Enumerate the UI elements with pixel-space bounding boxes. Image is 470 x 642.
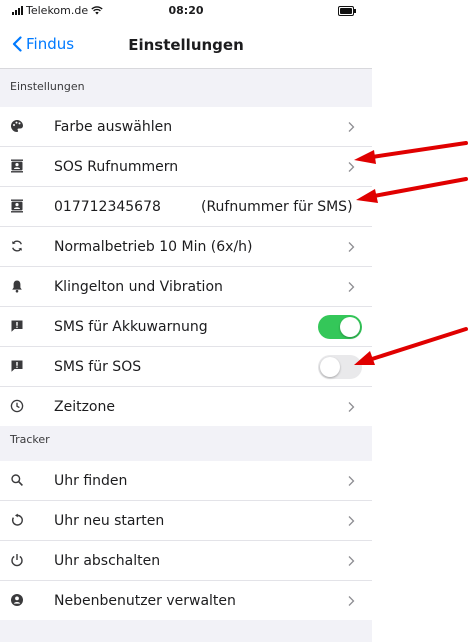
row-normal-mode[interactable]: Normalbetrieb 10 Min (6x/h) <box>0 227 372 267</box>
bell-icon <box>10 279 24 293</box>
row-choose-color[interactable]: Farbe auswählen <box>0 107 372 147</box>
power-icon <box>10 553 24 567</box>
chevron-right-icon <box>348 282 355 292</box>
navigation-bar: Findus Einstellungen <box>0 24 372 69</box>
settings-list: Farbe auswählen SOS Rufnummern 017712345… <box>0 107 372 426</box>
row-sms-sos: SMS für SOS <box>0 347 372 387</box>
row-label: SOS Rufnummern <box>54 158 179 175</box>
chevron-right-icon <box>348 122 355 132</box>
row-find-watch[interactable]: Uhr finden <box>0 461 372 501</box>
annotation-arrow-sms-number <box>356 177 468 203</box>
section-header-settings: Einstellungen <box>10 80 85 93</box>
row-shutdown-watch[interactable]: Uhr abschalten <box>0 541 372 581</box>
alert-message-icon <box>10 319 24 333</box>
contacts-icon <box>10 159 24 173</box>
chevron-right-icon <box>348 596 355 606</box>
chevron-right-icon <box>348 476 355 486</box>
contacts-icon <box>10 199 24 213</box>
search-icon <box>10 473 24 487</box>
row-label: Normalbetrieb 10 Min (6x/h) <box>54 238 253 255</box>
row-label: Klingelton und Vibration <box>54 278 223 295</box>
row-label: Nebenbenutzer verwalten <box>54 592 236 609</box>
clock: 08:20 <box>168 4 204 17</box>
row-label: Zeitzone <box>54 398 115 415</box>
alert-message-icon <box>10 359 24 373</box>
chevron-right-icon <box>348 556 355 566</box>
row-sos-numbers[interactable]: SOS Rufnummern <box>0 147 372 187</box>
toggle-knob <box>320 357 340 377</box>
annotation-arrow-sms-sos <box>354 327 468 365</box>
restart-icon <box>10 513 24 527</box>
phone-number: 017712345678 <box>54 198 161 215</box>
row-timezone[interactable]: Zeitzone <box>0 387 372 426</box>
row-sms-number[interactable]: 017712345678 (Rufnummer für SMS) <box>0 187 372 227</box>
clock-icon <box>10 399 24 413</box>
row-label: Uhr neu starten <box>54 512 165 529</box>
battery-icon <box>338 6 356 16</box>
row-label: Uhr finden <box>54 472 128 489</box>
user-circle-icon <box>10 593 24 607</box>
section-header-tracker: Tracker <box>10 433 50 446</box>
row-label: SMS für Akkuwarnung <box>54 318 208 335</box>
chevron-right-icon <box>348 402 355 412</box>
annotation-arrow-sos-numbers <box>354 141 468 164</box>
row-label: Farbe auswählen <box>54 118 173 135</box>
row-manage-secondary-users[interactable]: Nebenbenutzer verwalten <box>0 581 372 620</box>
row-label: SMS für SOS <box>54 358 142 375</box>
row-label: Uhr abschalten <box>54 552 161 569</box>
row-ringtone-vibration[interactable]: Klingelton und Vibration <box>0 267 372 307</box>
phone-number-hint: (Rufnummer für SMS) <box>201 198 353 215</box>
tracker-list: Uhr finden Uhr neu starten Uhr abschalte… <box>0 461 372 620</box>
chevron-right-icon <box>348 516 355 526</box>
status-bar: Telekom.de 08:20 <box>0 0 372 24</box>
sync-icon <box>10 239 24 253</box>
page-title: Einstellungen <box>128 36 244 54</box>
palette-icon <box>10 119 24 133</box>
phone-screen: Telekom.de 08:20 Findus Einstellungen Ei… <box>0 0 372 642</box>
row-restart-watch[interactable]: Uhr neu starten <box>0 501 372 541</box>
row-sms-battery-warning: SMS für Akkuwarnung <box>0 307 372 347</box>
chevron-right-icon <box>348 242 355 252</box>
